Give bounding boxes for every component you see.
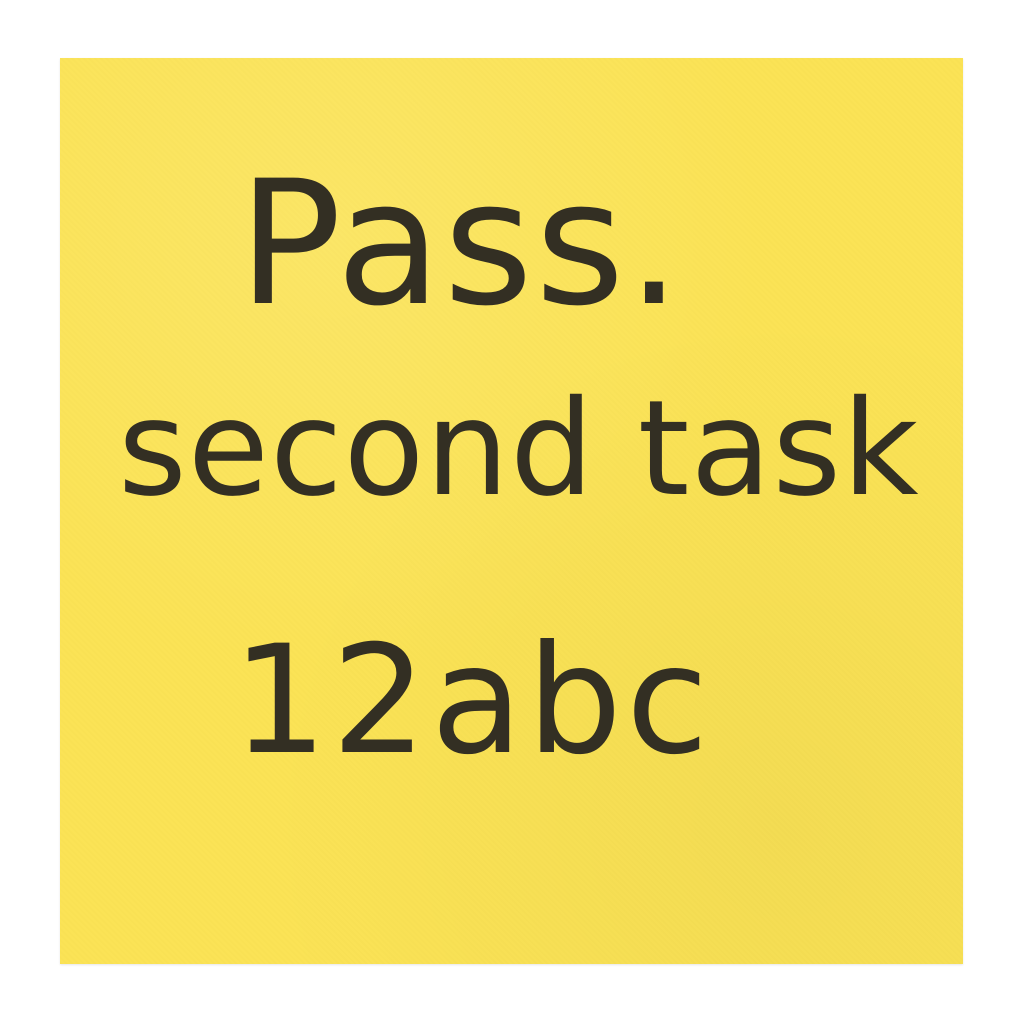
sticky-note: Pass. second task 12abc <box>60 58 963 964</box>
note-line-pass: Pass. <box>238 143 684 344</box>
note-line-second-task: second task <box>118 372 920 526</box>
photo-canvas: Pass. second task 12abc <box>0 0 1024 1024</box>
note-line-code: 12abc <box>232 614 713 788</box>
